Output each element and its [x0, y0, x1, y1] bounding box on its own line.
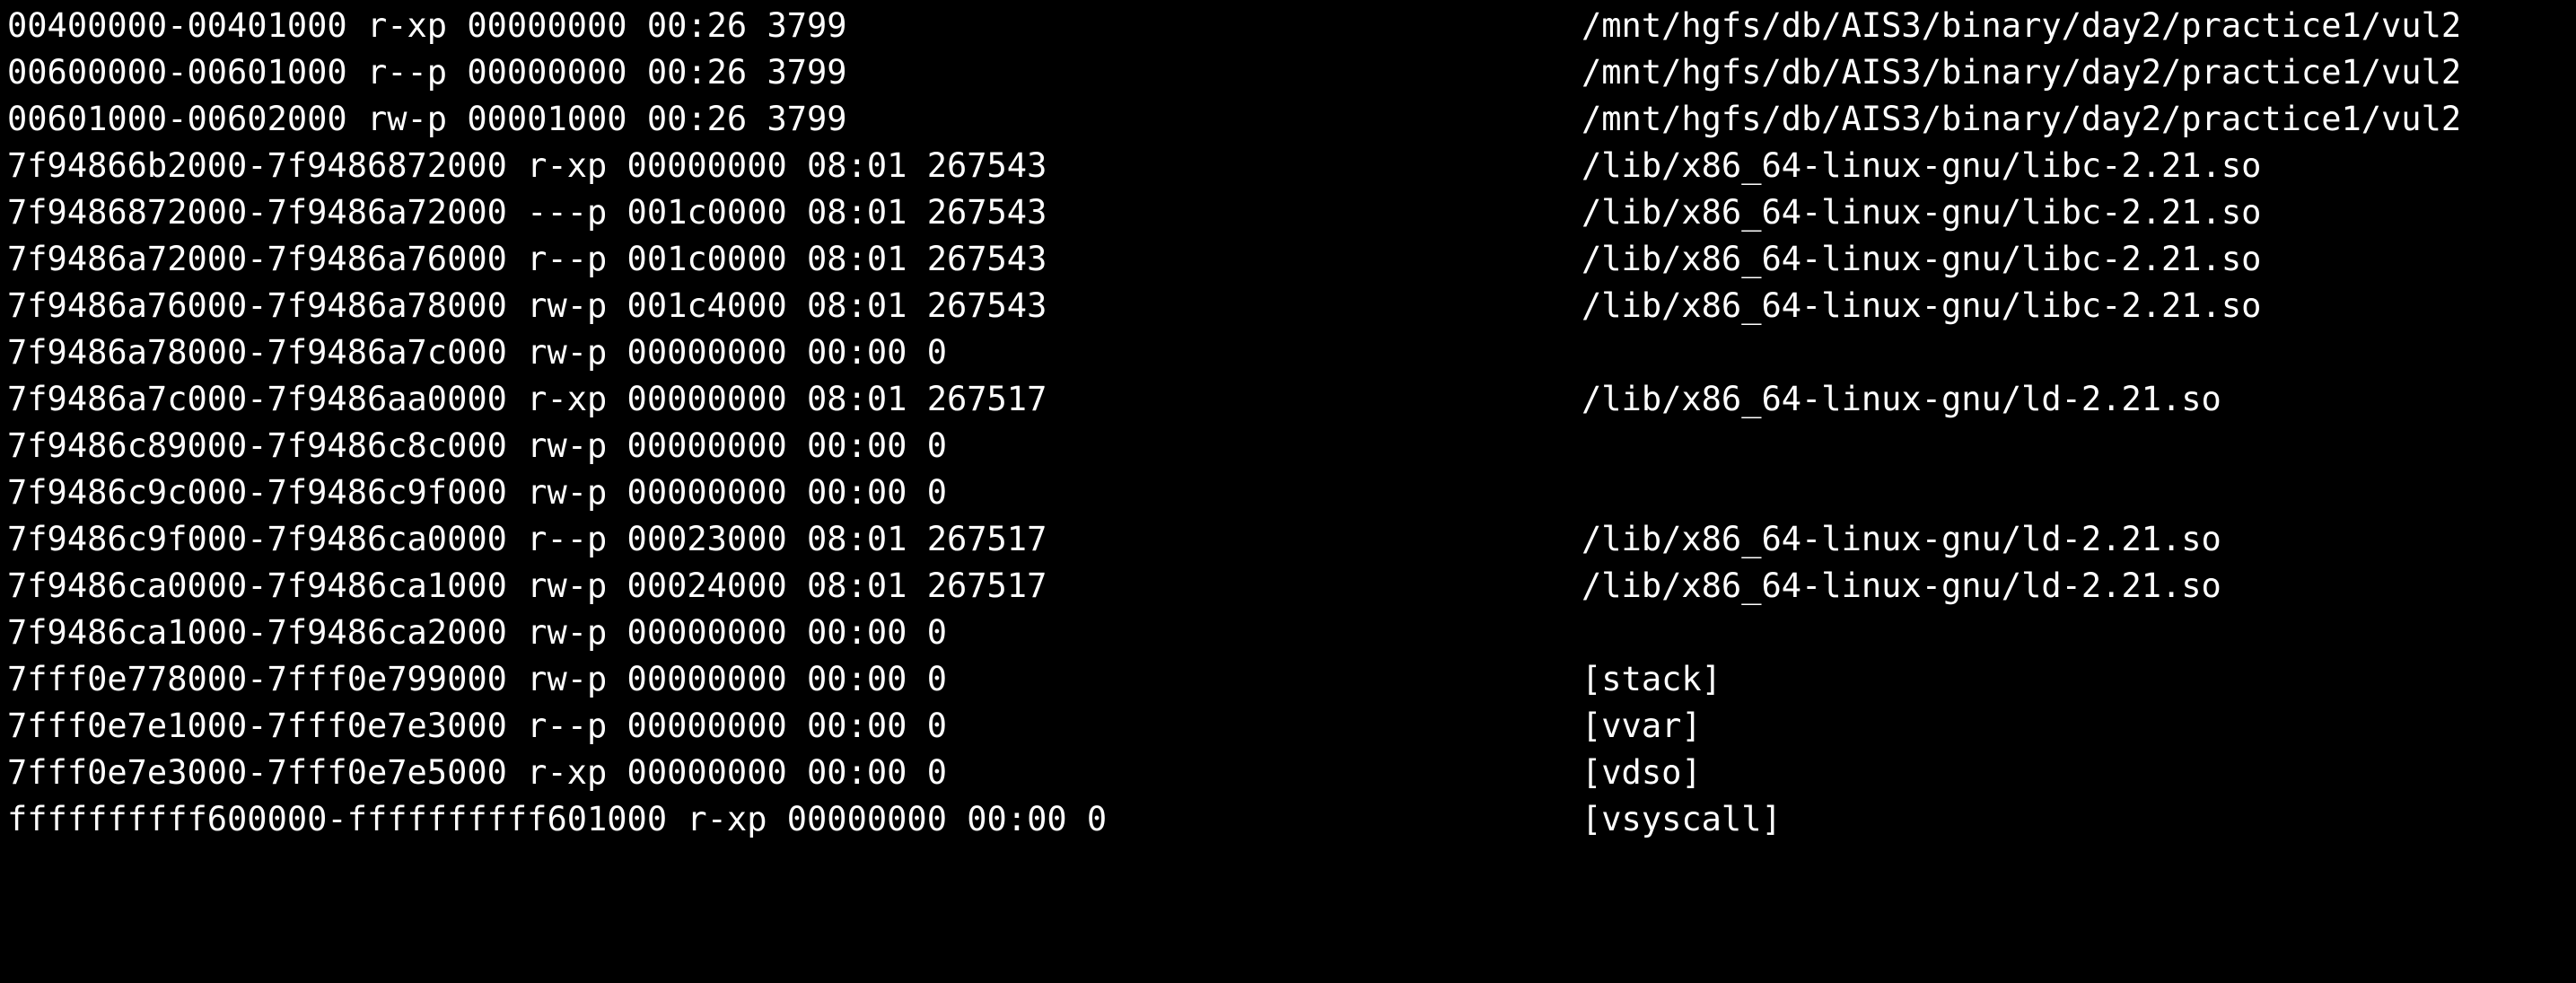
address-range-mapping: 7f9486ca0000-7f9486ca1000 rw-p 00024000 … — [7, 566, 1047, 605]
mapping-pathname: /lib/x86_64-linux-gnu/ld-2.21.so — [1582, 380, 2221, 418]
address-range-mapping: 7f9486c9f000-7f9486ca0000 r--p 00023000 … — [7, 520, 1047, 558]
memory-map-line: 7f9486ca1000-7f9486ca2000 rw-p 00000000 … — [0, 610, 2576, 656]
memory-map-line: 7f9486a72000-7f9486a76000 r--p 001c0000 … — [0, 236, 2576, 283]
mapping-pathname: /lib/x86_64-linux-gnu/libc-2.21.so — [1582, 193, 2262, 232]
mapping-pathname: [vsyscall] — [1582, 800, 1782, 838]
mapping-pathname: [vvar] — [1582, 707, 1702, 745]
address-range-mapping: 7f9486a7c000-7f9486aa0000 r-xp 00000000 … — [7, 380, 1047, 418]
memory-map-line: 00601000-00602000 rw-p 00001000 00:26 37… — [0, 96, 2576, 143]
address-range-mapping: ffffffffff600000-ffffffffff601000 r-xp 0… — [7, 800, 1108, 838]
mapping-pathname: /mnt/hgfs/db/AIS3/binary/day2/practice1/… — [1582, 53, 2462, 92]
memory-map-line: ffffffffff600000-ffffffffff601000 r-xp 0… — [0, 796, 2576, 843]
mapping-pathname: /mnt/hgfs/db/AIS3/binary/day2/practice1/… — [1582, 100, 2462, 138]
address-range-mapping: 7fff0e778000-7fff0e799000 rw-p 00000000 … — [7, 660, 947, 698]
mapping-pathname: [vdso] — [1582, 753, 1702, 792]
mapping-pathname: /lib/x86_64-linux-gnu/libc-2.21.so — [1582, 146, 2262, 185]
address-range-mapping: 7f9486a72000-7f9486a76000 r--p 001c0000 … — [7, 240, 1047, 278]
memory-map-line: 7f9486c9c000-7f9486c9f000 rw-p 00000000 … — [0, 470, 2576, 516]
memory-map-line: 7f9486a78000-7f9486a7c000 rw-p 00000000 … — [0, 329, 2576, 376]
address-range-mapping: 7f94866b2000-7f9486872000 r-xp 00000000 … — [7, 146, 1047, 185]
memory-map-line: 7f9486ca0000-7f9486ca1000 rw-p 00024000 … — [0, 563, 2576, 610]
address-range-mapping: 7f9486ca1000-7f9486ca2000 rw-p 00000000 … — [7, 613, 947, 652]
memory-map-line: 7fff0e778000-7fff0e799000 rw-p 00000000 … — [0, 656, 2576, 703]
address-range-mapping: 00601000-00602000 rw-p 00001000 00:26 37… — [7, 100, 847, 138]
mapping-pathname: /lib/x86_64-linux-gnu/libc-2.21.so — [1582, 240, 2262, 278]
address-range-mapping: 00600000-00601000 r--p 00000000 00:26 37… — [7, 53, 847, 92]
address-range-mapping: 7fff0e7e1000-7fff0e7e3000 r--p 00000000 … — [7, 707, 947, 745]
memory-map-line: 00400000-00401000 r-xp 00000000 00:26 37… — [0, 3, 2576, 49]
mapping-pathname: [stack] — [1582, 660, 1722, 698]
memory-map-line: 7f94866b2000-7f9486872000 r-xp 00000000 … — [0, 143, 2576, 189]
memory-map-line: 7f9486872000-7f9486a72000 ---p 001c0000 … — [0, 189, 2576, 236]
address-range-mapping: 7f9486872000-7f9486a72000 ---p 001c0000 … — [7, 193, 1047, 232]
memory-map-line: 00600000-00601000 r--p 00000000 00:26 37… — [0, 49, 2576, 96]
memory-map-line: 7f9486c9f000-7f9486ca0000 r--p 00023000 … — [0, 516, 2576, 563]
memory-map-line: 7f9486a76000-7f9486a78000 rw-p 001c4000 … — [0, 283, 2576, 329]
mapping-pathname: /lib/x86_64-linux-gnu/ld-2.21.so — [1582, 566, 2221, 605]
terminal-output[interactable]: 00400000-00401000 r-xp 00000000 00:26 37… — [0, 0, 2576, 838]
address-range-mapping: 00400000-00401000 r-xp 00000000 00:26 37… — [7, 6, 847, 45]
address-range-mapping: 7f9486a76000-7f9486a78000 rw-p 001c4000 … — [7, 286, 1047, 325]
address-range-mapping: 7f9486c9c000-7f9486c9f000 rw-p 00000000 … — [7, 473, 947, 512]
memory-map-line: 7fff0e7e1000-7fff0e7e3000 r--p 00000000 … — [0, 703, 2576, 750]
memory-map-line: 7fff0e7e3000-7fff0e7e5000 r-xp 00000000 … — [0, 750, 2576, 796]
mapping-pathname: /lib/x86_64-linux-gnu/libc-2.21.so — [1582, 286, 2262, 325]
address-range-mapping: 7f9486a78000-7f9486a7c000 rw-p 00000000 … — [7, 333, 947, 372]
address-range-mapping: 7f9486c89000-7f9486c8c000 rw-p 00000000 … — [7, 426, 947, 465]
address-range-mapping: 7fff0e7e3000-7fff0e7e5000 r-xp 00000000 … — [7, 753, 947, 792]
mapping-pathname: /lib/x86_64-linux-gnu/ld-2.21.so — [1582, 520, 2221, 558]
memory-map-line: 7f9486c89000-7f9486c8c000 rw-p 00000000 … — [0, 423, 2576, 470]
mapping-pathname: /mnt/hgfs/db/AIS3/binary/day2/practice1/… — [1582, 6, 2462, 45]
memory-map-line: 7f9486a7c000-7f9486aa0000 r-xp 00000000 … — [0, 376, 2576, 423]
